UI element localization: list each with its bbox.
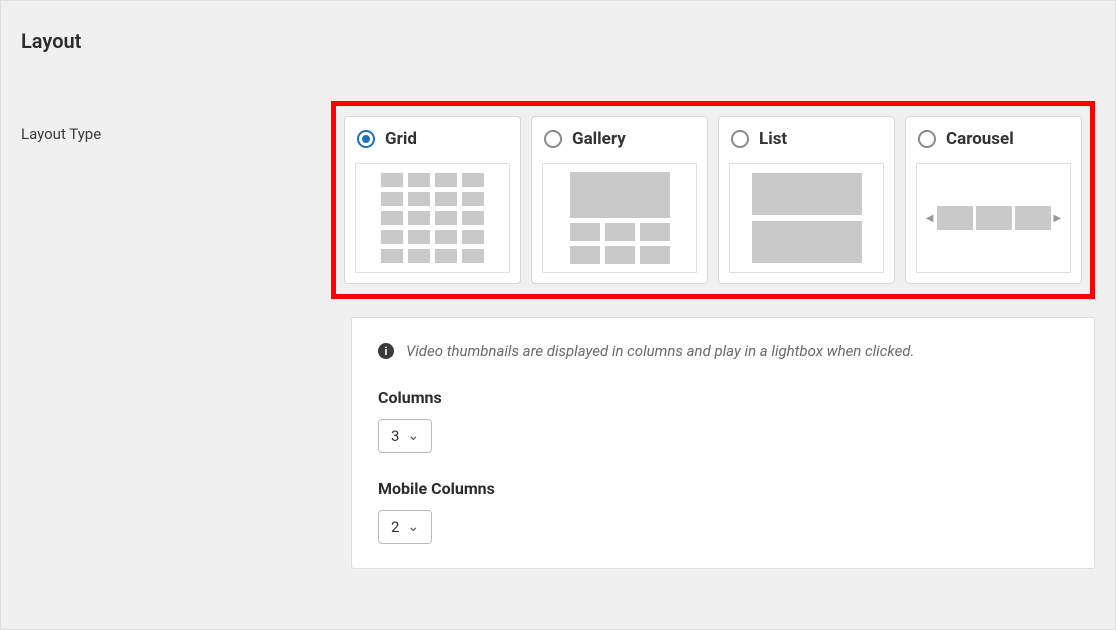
layout-option-label: Gallery — [572, 129, 626, 149]
section-title: Layout — [21, 29, 1095, 53]
grid-preview-icon — [355, 163, 510, 273]
layout-info-panel: i Video thumbnails are displayed in colu… — [351, 317, 1095, 569]
layout-type-label: Layout Type — [21, 101, 331, 143]
layout-option-carousel[interactable]: Carousel ◀ ▶ — [905, 116, 1082, 284]
layout-option-label: List — [759, 129, 787, 149]
chevron-down-icon: ⌄ — [407, 428, 419, 444]
chevron-right-icon: ▶ — [1054, 213, 1062, 224]
columns-label: Columns — [378, 388, 1068, 407]
radio-gallery[interactable] — [544, 130, 562, 148]
mobile-columns-label: Mobile Columns — [378, 479, 1068, 498]
list-preview-icon — [729, 163, 884, 273]
layout-option-grid[interactable]: Grid — [344, 116, 521, 284]
columns-select[interactable]: 3 ⌄ — [378, 419, 432, 453]
info-text: Video thumbnails are displayed in column… — [406, 342, 914, 360]
mobile-columns-value: 2 — [391, 518, 399, 536]
layout-option-label: Grid — [385, 129, 417, 149]
layout-option-label: Carousel — [946, 129, 1014, 149]
columns-value: 3 — [391, 427, 399, 445]
layout-type-highlight: Grid Galler — [331, 101, 1095, 299]
gallery-preview-icon — [542, 163, 697, 273]
radio-grid[interactable] — [357, 130, 375, 148]
chevron-left-icon: ◀ — [926, 213, 934, 224]
radio-carousel[interactable] — [918, 130, 936, 148]
mobile-columns-select[interactable]: 2 ⌄ — [378, 510, 432, 544]
layout-option-list[interactable]: List — [718, 116, 895, 284]
carousel-preview-icon: ◀ ▶ — [916, 163, 1071, 273]
info-icon: i — [378, 343, 394, 359]
radio-list[interactable] — [731, 130, 749, 148]
layout-option-gallery[interactable]: Gallery — [531, 116, 708, 284]
chevron-down-icon: ⌄ — [407, 519, 419, 535]
